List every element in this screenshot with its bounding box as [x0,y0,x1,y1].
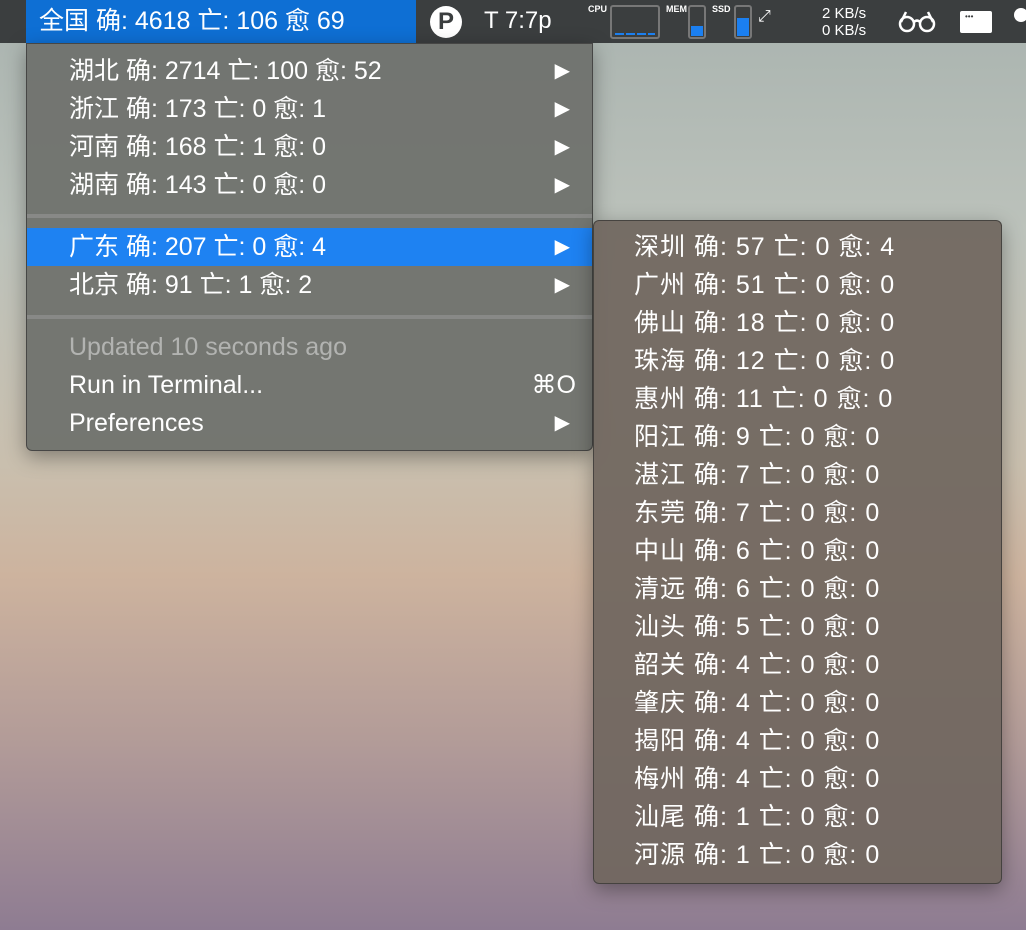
menu-separator [27,214,592,218]
cpu-graph[interactable] [610,5,660,39]
shortcut-label: ⌘O [531,371,576,399]
submenu-item-city[interactable]: 佛山 确: 18 亡: 0 愈: 0 [634,304,895,342]
submenu-item-city[interactable]: 韶关 确: 4 亡: 0 愈: 0 [634,646,880,684]
submenu-arrow-icon: ▶ [554,412,570,434]
control-icon[interactable] [1014,8,1026,22]
national-stats-menu-title[interactable]: 全国 确: 4618 亡: 106 愈 69 [26,0,416,43]
time-status-item[interactable]: T 7:7p [484,0,552,43]
updated-status: Updated 10 seconds ago [69,333,347,361]
submenu-item-city[interactable]: 汕尾 确: 1 亡: 0 愈: 0 [634,798,880,836]
glasses-icon[interactable] [898,0,936,43]
submenu-item-city[interactable]: 珠海 确: 12 亡: 0 愈: 0 [634,342,895,380]
net-upload: 2 KB/s [822,5,867,22]
ssd-label: SSD [712,4,731,14]
cpu-label: CPU [588,4,608,14]
submenu-item-city[interactable]: 中山 确: 6 亡: 0 愈: 0 [634,532,880,570]
submenu-item-city[interactable]: 东莞 确: 7 亡: 0 愈: 0 [634,494,880,532]
submenu-arrow-icon: ▶ [554,274,570,296]
menu-item-province[interactable]: 湖北 确: 2714 亡: 100 愈: 52 ▶ [27,52,592,90]
menu-item-label: Run in Terminal... [69,371,264,399]
submenu-item-city[interactable]: 深圳 确: 57 亡: 0 愈: 4 [634,228,895,266]
submenu-item-city[interactable]: 揭阳 确: 4 亡: 0 愈: 0 [634,722,880,760]
menu-bar: 全国 确: 4618 亡: 106 愈 69 P T 7:7p CPU MEM … [0,0,1026,43]
expand-arrows-icon[interactable]: ⤢ [758,8,771,51]
menu-item-province[interactable]: 河南 确: 168 亡: 1 愈: 0 ▶ [27,128,592,166]
submenu-arrow-icon: ▶ [554,174,570,196]
menu-item-label: Preferences [69,409,204,437]
menu-item-label: 河南 确: 168 亡: 1 愈: 0 [69,133,327,161]
submenu-item-city[interactable]: 肇庆 确: 4 亡: 0 愈: 0 [634,684,880,722]
menu-item-province[interactable]: 北京 确: 91 亡: 1 愈: 2 ▶ [27,266,592,304]
window-icon[interactable]: ••• [960,11,992,33]
menu-item-label: 湖南 确: 143 亡: 0 愈: 0 [69,171,327,199]
ssd-gauge-fill [737,18,749,36]
submenu-item-city[interactable]: 惠州 确: 11 亡: 0 愈: 0 [634,380,893,418]
submenu-item-city[interactable]: 广州 确: 51 亡: 0 愈: 0 [634,266,895,304]
p-app-icon[interactable]: P [430,6,462,38]
net-download: 0 KB/s [822,22,867,39]
provinces-menu: 湖北 确: 2714 亡: 100 愈: 52 ▶ 浙江 确: 173 亡: 0 … [26,43,593,451]
menu-item-preferences[interactable]: Preferences ▶ [27,404,592,442]
menu-item-label: 浙江 确: 173 亡: 0 愈: 1 [69,95,327,123]
mem-gauge-fill [691,25,703,36]
submenu-item-city[interactable]: 湛江 确: 7 亡: 0 愈: 0 [634,456,880,494]
ssd-gauge[interactable] [734,5,752,39]
submenu-item-city[interactable]: 清远 确: 6 亡: 0 愈: 0 [634,570,880,608]
mem-label: MEM [666,4,687,14]
mem-gauge[interactable] [688,5,706,39]
network-speed[interactable]: 2 KB/s 0 KB/s [822,5,866,48]
submenu-item-city[interactable]: 梅州 确: 4 亡: 0 愈: 0 [634,760,880,798]
menu-separator [27,315,592,319]
menu-item-label: 北京 确: 91 亡: 1 愈: 2 [69,271,313,299]
submenu-item-city[interactable]: 河源 确: 1 亡: 0 愈: 0 [634,836,880,874]
submenu-item-city[interactable]: 汕头 确: 5 亡: 0 愈: 0 [634,608,880,646]
submenu-arrow-icon: ▶ [554,236,570,258]
menu-item-province[interactable]: 浙江 确: 173 亡: 0 愈: 1 ▶ [27,90,592,128]
guangdong-cities-submenu: 深圳 确: 57 亡: 0 愈: 4 广州 确: 51 亡: 0 愈: 0 佛山 确… [593,220,1002,884]
submenu-arrow-icon: ▶ [554,60,570,82]
menu-item-province[interactable]: 湖南 确: 143 亡: 0 愈: 0 ▶ [27,166,592,204]
menu-item-label: 湖北 确: 2714 亡: 100 愈: 52 [69,57,382,85]
submenu-arrow-icon: ▶ [554,98,570,120]
submenu-arrow-icon: ▶ [554,136,570,158]
menu-item-label: 广东 确: 207 亡: 0 愈: 4 [69,233,327,261]
submenu-item-city[interactable]: 阳江 确: 9 亡: 0 愈: 0 [634,418,880,456]
menu-item-run-terminal[interactable]: Run in Terminal... ⌘O [27,366,592,404]
menu-item-province-selected[interactable]: 广东 确: 207 亡: 0 愈: 4 ▶ [27,228,592,266]
